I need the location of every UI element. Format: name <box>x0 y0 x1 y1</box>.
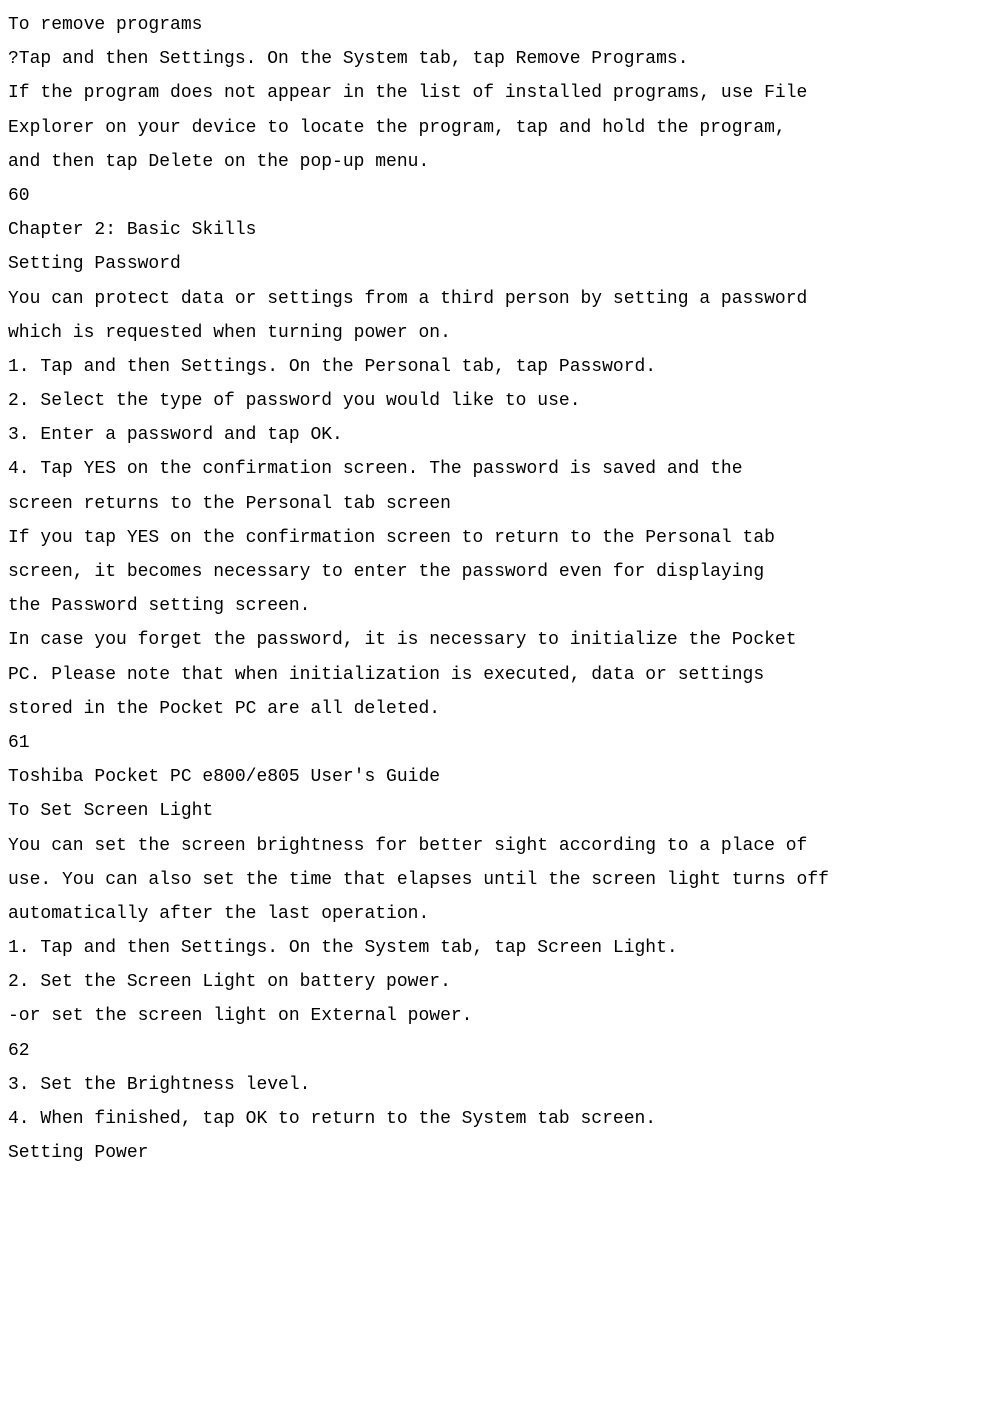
text-line: -or set the screen light on External pow… <box>8 999 995 1033</box>
text-line: In case you forget the password, it is n… <box>8 623 995 657</box>
text-line: Explorer on your device to locate the pr… <box>8 111 995 145</box>
text-line: use. You can also set the time that elap… <box>8 863 995 897</box>
text-line: automatically after the last operation. <box>8 897 995 931</box>
section-heading: To Set Screen Light <box>8 794 995 828</box>
list-item: 3. Set the Brightness level. <box>8 1068 995 1102</box>
list-item: 2. Set the Screen Light on battery power… <box>8 965 995 999</box>
text-line: To remove programs <box>8 8 995 42</box>
text-line: screen, it becomes necessary to enter th… <box>8 555 995 589</box>
list-item: 4. Tap YES on the confirmation screen. T… <box>8 452 995 486</box>
guide-title: Toshiba Pocket PC e800/e805 User's Guide <box>8 760 995 794</box>
page-number: 60 <box>8 179 995 213</box>
chapter-heading: Chapter 2: Basic Skills <box>8 213 995 247</box>
text-line: which is requested when turning power on… <box>8 316 995 350</box>
list-item: 1. Tap and then Settings. On the System … <box>8 931 995 965</box>
page-number: 62 <box>8 1034 995 1068</box>
text-line: If you tap YES on the confirmation scree… <box>8 521 995 555</box>
text-line: PC. Please note that when initialization… <box>8 658 995 692</box>
text-line: ?Tap and then Settings. On the System ta… <box>8 42 995 76</box>
section-heading: Setting Password <box>8 247 995 281</box>
text-line: You can protect data or settings from a … <box>8 282 995 316</box>
text-line: the Password setting screen. <box>8 589 995 623</box>
section-heading: Setting Power <box>8 1136 995 1170</box>
text-line: stored in the Pocket PC are all deleted. <box>8 692 995 726</box>
text-line: You can set the screen brightness for be… <box>8 829 995 863</box>
document-body: To remove programs ?Tap and then Setting… <box>8 8 995 1170</box>
text-line: screen returns to the Personal tab scree… <box>8 487 995 521</box>
text-line: and then tap Delete on the pop-up menu. <box>8 145 995 179</box>
list-item: 3. Enter a password and tap OK. <box>8 418 995 452</box>
list-item: 1. Tap and then Settings. On the Persona… <box>8 350 995 384</box>
text-line: If the program does not appear in the li… <box>8 76 995 110</box>
list-item: 4. When finished, tap OK to return to th… <box>8 1102 995 1136</box>
list-item: 2. Select the type of password you would… <box>8 384 995 418</box>
page-number: 61 <box>8 726 995 760</box>
